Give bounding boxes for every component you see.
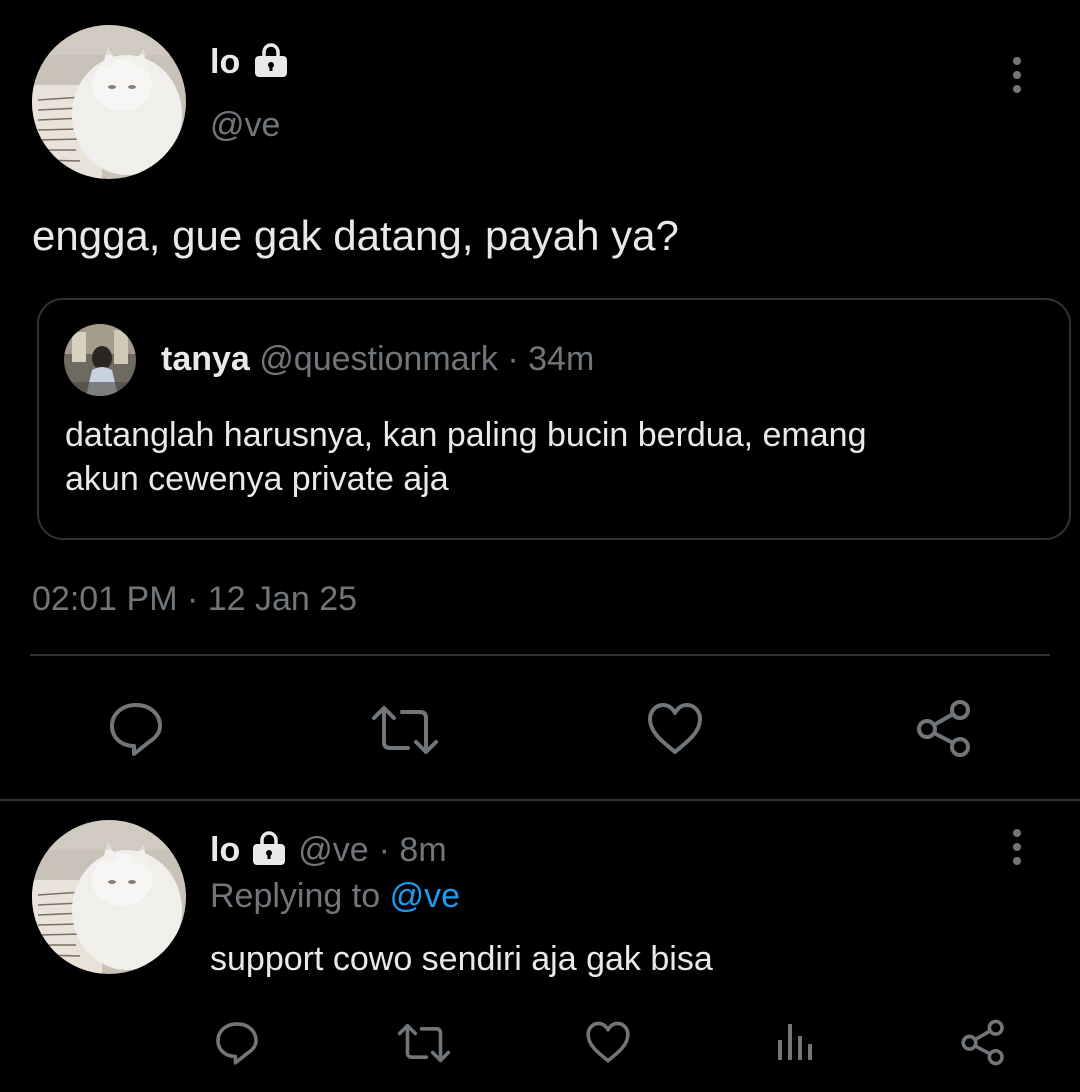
divider <box>30 654 1050 656</box>
quoted-text-line: datanglah harusnya, kan paling bucin ber… <box>65 416 867 454</box>
retweet-icon[interactable] <box>398 1022 450 1064</box>
quoted-avatar <box>64 324 136 396</box>
handle[interactable]: @ve <box>210 106 280 145</box>
reply-icon[interactable] <box>214 1020 260 1066</box>
more-options-icon[interactable] <box>997 45 1037 105</box>
replying-to-link[interactable]: @ve <box>390 877 460 915</box>
like-icon[interactable] <box>646 702 704 756</box>
like-icon[interactable] <box>585 1021 631 1064</box>
avatar[interactable] <box>32 25 186 179</box>
more-options-icon[interactable] <box>997 817 1037 877</box>
handle[interactable]: @ve <box>298 831 368 870</box>
tweet-time[interactable]: · 8m <box>379 831 447 870</box>
divider <box>0 799 1080 801</box>
quoted-time: · 34m <box>507 340 595 378</box>
share-icon[interactable] <box>960 1018 1006 1066</box>
tweet-timestamp[interactable]: 02:01 PM · 12 Jan 25 <box>32 580 357 619</box>
lock-icon <box>250 829 288 872</box>
quoted-display-name: tanya <box>161 340 250 378</box>
quoted-text-line: akun cewenya private aja <box>65 460 449 498</box>
avatar[interactable] <box>32 820 186 974</box>
display-name[interactable]: lo <box>210 831 240 870</box>
share-icon[interactable] <box>915 698 973 758</box>
tweet-text: support cowo sendiri aja gak bisa <box>210 940 713 978</box>
replying-to-label: Replying to <box>210 877 381 915</box>
retweet-icon[interactable] <box>372 704 438 756</box>
quoted-tweet-card[interactable]: tanya @questionmark · 34m datanglah haru… <box>37 298 1071 540</box>
lock-icon <box>252 41 290 84</box>
analytics-icon[interactable] <box>776 1020 816 1062</box>
tweet-text: engga, gue gak datang, payah ya? <box>32 212 679 259</box>
display-name[interactable]: lo <box>210 43 240 82</box>
quoted-handle: @questionmark <box>259 340 498 378</box>
reply-icon[interactable] <box>107 700 165 758</box>
